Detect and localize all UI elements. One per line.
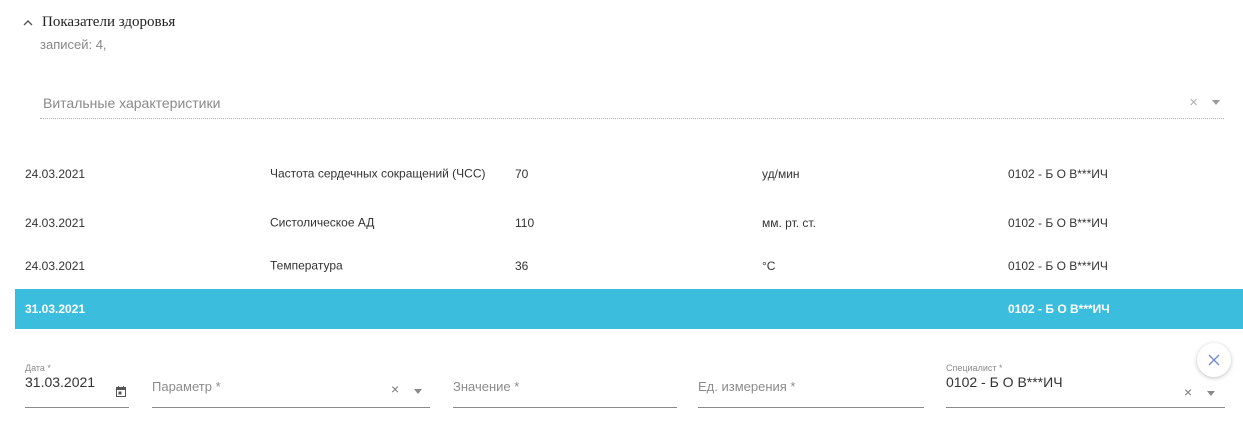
specialist-field[interactable]: Специалист * 0102 - Б О В***ИЧ × xyxy=(946,363,1225,408)
specialist-value: 0102 - Б О В***ИЧ xyxy=(946,374,1063,390)
unit-placeholder: Ед. измерения * xyxy=(698,379,796,394)
field-underline xyxy=(698,407,924,408)
parameter-cell: Частота сердечных сокращений (ЧСС) xyxy=(270,166,486,180)
section-toggle[interactable]: Показатели здоровья xyxy=(22,14,175,31)
field-underline xyxy=(152,407,430,408)
section-title: Показатели здоровья xyxy=(42,14,176,30)
specialist-cell: 0102 - Б О В***ИЧ xyxy=(1008,258,1108,273)
field-underline xyxy=(453,407,677,408)
specialist-cell: 0102 - Б О В***ИЧ xyxy=(1008,302,1110,316)
unit-cell: уд/мин xyxy=(762,166,800,181)
clear-icon[interactable]: × xyxy=(1189,94,1198,111)
date-cell: 24.03.2021 xyxy=(25,166,86,181)
date-label: Дата * xyxy=(25,363,51,373)
unit-cell: °C xyxy=(762,258,776,273)
clear-icon[interactable]: × xyxy=(391,381,399,397)
table-row-selected[interactable]: 31.03.2021 0102 - Б О В***ИЧ xyxy=(15,289,1243,329)
chevron-up-icon xyxy=(23,19,33,25)
close-button[interactable] xyxy=(1197,343,1231,377)
chevron-down-icon[interactable] xyxy=(1207,391,1215,396)
close-icon xyxy=(1208,354,1220,366)
parameter-cell: Систолическое АД xyxy=(270,215,375,229)
chevron-down-icon[interactable] xyxy=(414,389,422,394)
value-field[interactable]: Значение * xyxy=(453,363,677,408)
parameter-placeholder: Параметр * xyxy=(152,379,221,394)
calendar-icon[interactable] xyxy=(116,386,126,397)
unit-field[interactable]: Ед. измерения * xyxy=(698,363,924,408)
value-cell: 70 xyxy=(515,166,529,181)
specialist-cell: 0102 - Б О В***ИЧ xyxy=(1008,166,1108,181)
health-indicators-table: 24.03.2021 Частота сердечных сокращений … xyxy=(15,146,1243,329)
table-row[interactable]: 24.03.2021 Частота сердечных сокращений … xyxy=(15,146,1243,201)
parameter-cell: Температура xyxy=(270,258,343,272)
parameter-field[interactable]: Параметр * × xyxy=(152,363,430,408)
field-underline xyxy=(946,407,1225,408)
value-cell: 36 xyxy=(515,258,529,273)
date-cell: 24.03.2021 xyxy=(25,215,86,230)
vital-characteristics-select[interactable]: Витальные характеристики × xyxy=(40,86,1224,119)
specialist-label: Специалист * xyxy=(946,363,1003,373)
table-row[interactable]: 24.03.2021 Температура 36 °C 0102 - Б О … xyxy=(15,244,1243,287)
date-cell: 31.03.2021 xyxy=(25,302,86,316)
record-count: записей: 4, xyxy=(40,37,107,52)
select-value: Витальные характеристики xyxy=(43,95,221,111)
specialist-cell: 0102 - Б О В***ИЧ xyxy=(1008,215,1108,230)
date-cell: 24.03.2021 xyxy=(25,258,86,273)
date-field[interactable]: Дата * 31.03.2021 xyxy=(25,363,129,408)
chevron-down-icon[interactable] xyxy=(1212,100,1220,105)
value-cell: 110 xyxy=(515,215,535,230)
clear-icon[interactable]: × xyxy=(1184,384,1192,400)
date-value: 31.03.2021 xyxy=(25,374,96,390)
field-underline xyxy=(25,407,129,408)
unit-cell: мм. рт. ст. xyxy=(762,215,816,230)
value-placeholder: Значение * xyxy=(453,379,520,394)
table-row[interactable]: 24.03.2021 Систолическое АД 110 мм. рт. … xyxy=(15,201,1243,244)
